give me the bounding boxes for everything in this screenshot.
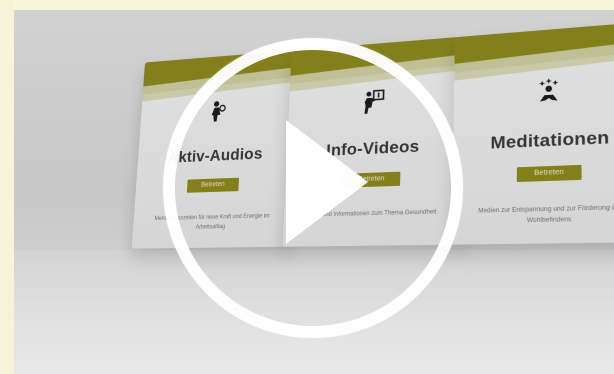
card-description: Medien zur Entspannung und zur Förderung… bbox=[471, 202, 614, 227]
top-margin bbox=[0, 0, 614, 10]
card-meditationen: Meditationen Betreten Medien zur Entspan… bbox=[452, 21, 614, 244]
play-icon bbox=[286, 120, 368, 244]
meditation-icon bbox=[533, 75, 564, 106]
video-frame[interactable]: Aktiv-Audios Betreten Mentale Auszeiten … bbox=[14, 10, 614, 374]
card-title: Meditationen bbox=[453, 125, 614, 155]
left-margin bbox=[0, 0, 14, 374]
video-thumbnail: Aktiv-Audios Betreten Mentale Auszeiten … bbox=[0, 0, 614, 374]
enter-button[interactable]: Betreten bbox=[517, 165, 582, 182]
